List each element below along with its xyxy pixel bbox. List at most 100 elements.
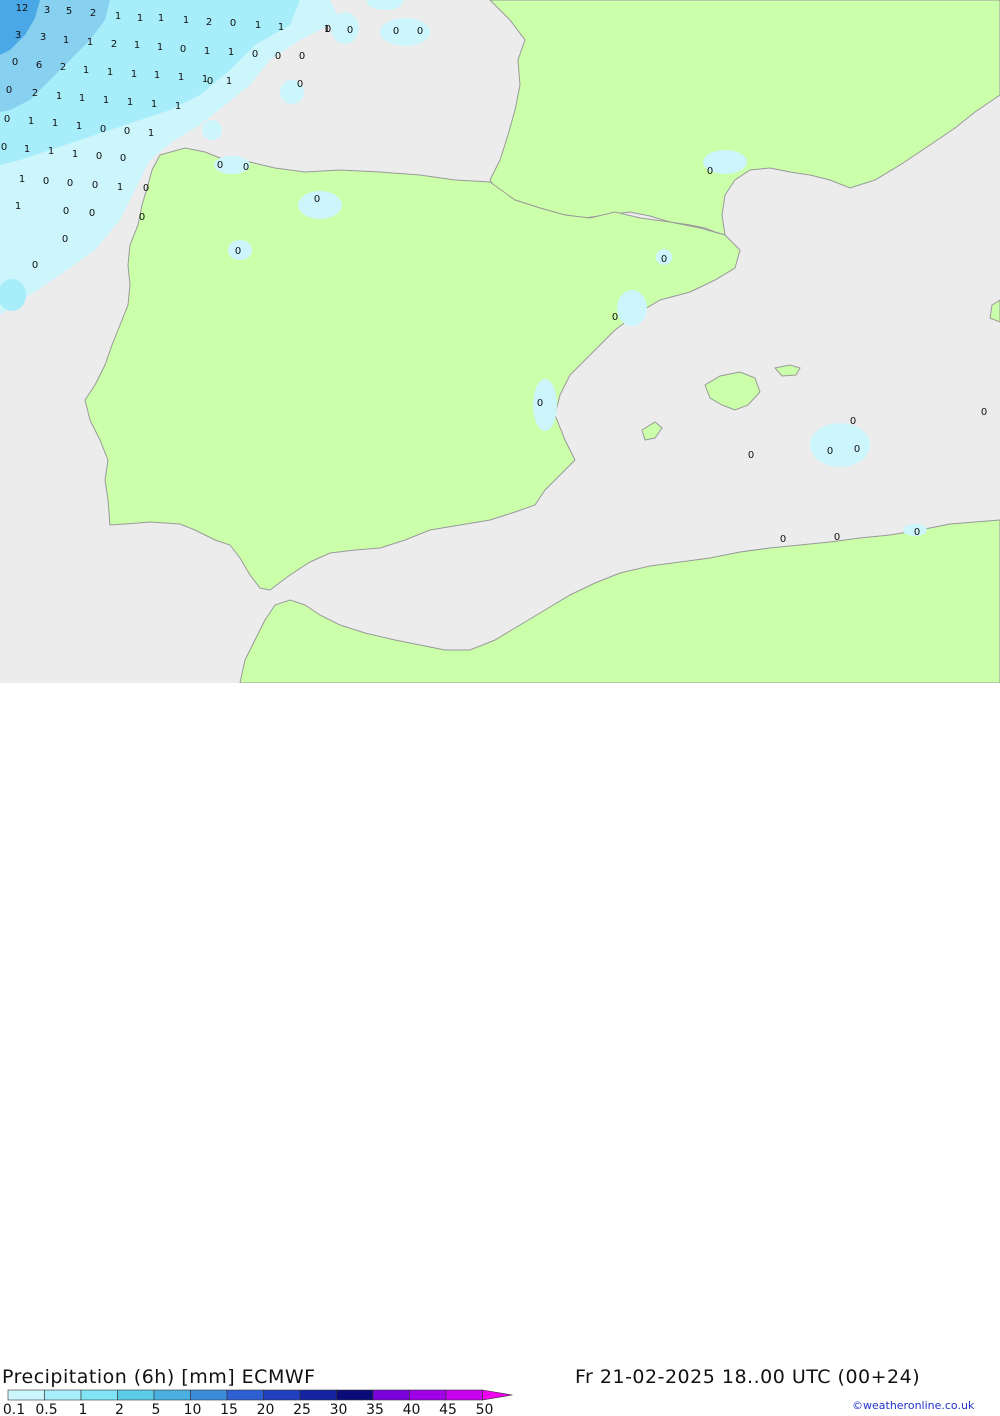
precip-value-label: 0 (96, 151, 102, 162)
precip-value-label: 1 (278, 22, 284, 33)
legend-swatch (7, 1389, 45, 1401)
precip-value-label: 1 (56, 91, 62, 102)
precip-value-label: 0 (275, 51, 281, 62)
precip-value-label: 3 (15, 30, 21, 41)
precip-value-label: 0 (850, 416, 856, 427)
precip-value-label: 0 (297, 79, 303, 90)
precip-value-label: 1 (137, 13, 143, 24)
legend-swatch (153, 1389, 191, 1401)
legend-swatch (263, 1389, 301, 1401)
precip-value-label: 0 (43, 176, 49, 187)
precip-value-label: 1 (204, 46, 210, 57)
legend-label: 45 (439, 1402, 457, 1416)
precip-value-label: 1 (154, 70, 160, 81)
precip-value-label: 1 (134, 40, 140, 51)
legend-swatch (336, 1389, 374, 1401)
precip-value-label: 2 (206, 17, 212, 28)
precipitation-map: 12 3 5 2 1 1 1 1 2 0 1 1 0 0 0 0 0 3 3 1 1 2 1 1 0 1 1 0 0 0 6 2 1 1 1 1 1 1 1… (0, 0, 1000, 684)
legend-label: 1 (79, 1402, 88, 1416)
legend-label: 35 (366, 1402, 384, 1416)
legend-label: 0.1 (3, 1402, 25, 1416)
precip-value-label: 2 (90, 8, 96, 19)
precip-value-label: 0 (124, 126, 130, 137)
precip-value-label: 2 (60, 62, 66, 73)
precip-value-label: 0 (707, 166, 713, 177)
precip-value-label: 3 (44, 5, 50, 16)
precip-value-label: 0 (67, 178, 73, 189)
legend-swatch (190, 1389, 228, 1401)
precip-value-label: 1 (175, 101, 181, 112)
precip-value-label: 0 (143, 183, 149, 194)
legend-label: 30 (330, 1402, 348, 1416)
legend-swatch (409, 1389, 447, 1401)
map-title: Precipitation (6h) [mm] ECMWF (2, 1366, 316, 1388)
precip-value-label: 1 (127, 97, 133, 108)
precip-value-label: 0 (235, 246, 241, 257)
precip-value-label: 1 (76, 121, 82, 132)
legend-swatch (445, 1389, 483, 1401)
precip-value-label: 0 (62, 234, 68, 245)
precip-value-label: 0 (100, 124, 106, 135)
precip-value-label: 0 (4, 114, 10, 125)
precip-value-label: 0 (661, 254, 667, 265)
precip-value-label: 1 (228, 47, 234, 58)
precip-value-label: 1 (19, 174, 25, 185)
precip-value-label: 0 (299, 51, 305, 62)
legend-label: 25 (293, 1402, 311, 1416)
map-datetime: Fr 21-02-2025 18..00 UTC (00+24) (575, 1366, 921, 1388)
precip-value-label: 0 (914, 527, 920, 538)
legend-label: 15 (220, 1402, 238, 1416)
legend-label: 2 (115, 1402, 124, 1416)
legend-label: 20 (257, 1402, 275, 1416)
precip-value-label: 1 (255, 20, 261, 31)
precip-value-label: 0 (854, 444, 860, 455)
precip-value-label: 1 (72, 149, 78, 160)
legend-swatch (299, 1389, 337, 1401)
precip-value-label: 0 (393, 26, 399, 37)
precip-value-label: 1 (103, 95, 109, 106)
precip-patch-6 (8, 240, 52, 280)
precip-value-label: 1 (158, 13, 164, 24)
legend-arrow (482, 1389, 513, 1401)
precip-value-label: 0 (347, 25, 353, 36)
precip-value-label: 0 (32, 260, 38, 271)
precip-value-label: 1 (107, 67, 113, 78)
precip-value-label: 0 (417, 26, 423, 37)
precip-value-label: 0 (314, 194, 320, 205)
precip-value-label: 1 (87, 37, 93, 48)
precip-value-label: 0 (780, 534, 786, 545)
precip-patch-5 (202, 120, 222, 140)
precip-value-label: 0 (1, 142, 7, 153)
precip-value-label: 0 (92, 180, 98, 191)
precip-value-label: 1 (148, 128, 154, 139)
precip-value-label: 1 (15, 201, 21, 212)
precip-value-label: 2 (32, 88, 38, 99)
legend-swatch (80, 1389, 118, 1401)
precip-value-label: 12 (16, 3, 29, 14)
precip-value-label: 0 (981, 407, 987, 418)
credit-link[interactable]: ©weatheronline.co.uk (852, 1399, 974, 1412)
precip-value-label: 1 (157, 42, 163, 53)
legend-swatch (226, 1389, 264, 1401)
legend-label: 50 (476, 1402, 494, 1416)
precip-value-label: 0 (63, 206, 69, 217)
precip-value-label: 1 (178, 72, 184, 83)
precip-value-label: 0 (139, 212, 145, 223)
precip-value-label: 0 (180, 44, 186, 55)
precip-value-label: 1 (131, 69, 137, 80)
map-svg: 12 3 5 2 1 1 1 1 2 0 1 1 0 0 0 003 3 1 1 2 1 1 0 1 1 0 00 6 2 1 1 1 1 1 1 1… (0, 0, 1000, 684)
precip-value-label: 1 (63, 35, 69, 46)
precip-value-label: 0 (12, 57, 18, 68)
precip-value-label: 1 (183, 15, 189, 26)
precip-value-label: 1 (226, 76, 232, 87)
precip-value-label: 1 (52, 118, 58, 129)
legend-label: 40 (403, 1402, 421, 1416)
precip-value-label: 0 (612, 312, 618, 323)
precip-value-label: 0 (252, 49, 258, 60)
legend-label: 0.5 (35, 1402, 57, 1416)
legend-swatch (372, 1389, 410, 1401)
land-precip-valencia-1 (617, 290, 647, 326)
precip-value-label: 0 (207, 76, 213, 87)
sea-precip-sardinia (810, 423, 870, 467)
legend-swatch (44, 1389, 82, 1401)
